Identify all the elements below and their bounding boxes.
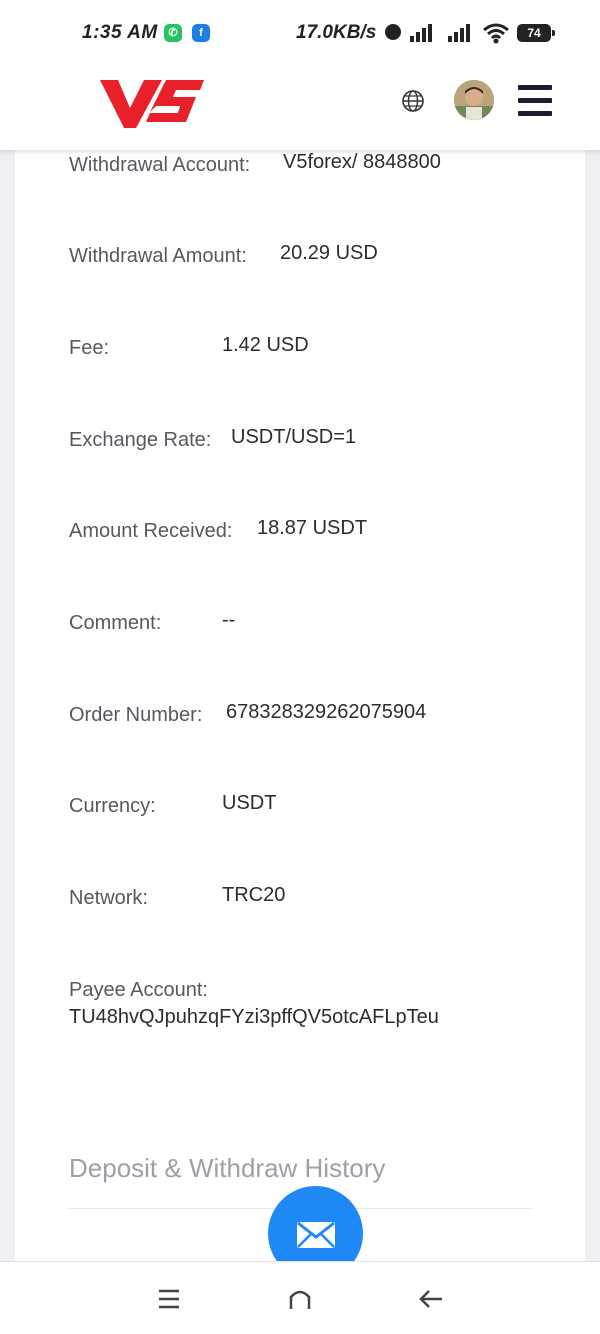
recent-apps-icon[interactable] — [154, 1284, 184, 1314]
detail-value: -- — [222, 609, 236, 631]
signal-icon — [410, 24, 436, 42]
detail-label: Withdrawal Account: — [69, 154, 251, 176]
detail-value: 20.29 USD — [280, 242, 378, 264]
app-header — [0, 66, 600, 150]
detail-label: Amount Received: — [69, 520, 233, 542]
detail-label: Fee: — [69, 337, 110, 359]
menu-icon[interactable] — [518, 85, 552, 117]
deposit-withdraw-history-title[interactable]: Deposit & Withdraw History — [69, 1153, 385, 1184]
detail-value: 678328329262075904 — [226, 701, 427, 723]
detail-label: Exchange Rate: — [69, 429, 212, 451]
facebook-icon: f — [192, 24, 210, 42]
detail-value: 1.42 USD — [222, 334, 309, 356]
alarm-icon — [385, 24, 401, 40]
detail-label: Comment: — [69, 612, 162, 634]
battery-icon: 74 — [517, 24, 555, 42]
wifi-icon — [483, 23, 509, 44]
whatsapp-icon: ✆ — [164, 24, 182, 42]
system-nav-bar — [0, 1261, 600, 1334]
status-time: 1:35 AM — [82, 22, 158, 43]
detail-value: USDT/USD=1 — [231, 426, 357, 448]
home-icon[interactable] — [285, 1284, 315, 1314]
detail-label: Payee Account: — [69, 979, 208, 1001]
detail-value: V5forex/ 8848800 — [283, 151, 441, 173]
detail-label: Order Number: — [69, 704, 203, 726]
detail-value: 18.87 USDT — [257, 517, 368, 539]
withdrawal-details-card: Withdrawal Account: V5forex/ 8848800 Wit… — [15, 150, 585, 1270]
detail-value: USDT — [222, 792, 277, 814]
status-bar: 1:35 AM ✆ f 17.0KB/s 74 — [0, 0, 600, 66]
v5-logo[interactable] — [100, 72, 204, 130]
globe-icon[interactable] — [401, 89, 425, 113]
avatar[interactable] — [454, 80, 494, 120]
mail-icon — [297, 1221, 335, 1248]
detail-label: Network: — [69, 887, 148, 909]
detail-label: Currency: — [69, 795, 156, 817]
detail-value: TRC20 — [222, 884, 286, 906]
detail-label: Withdrawal Amount: — [69, 245, 247, 267]
network-speed: 17.0KB/s — [296, 22, 377, 43]
back-icon[interactable] — [416, 1284, 446, 1314]
signal-icon — [448, 24, 474, 42]
payee-account-value: TU48hvQJpuhzqFYzi3pffQV5otcAFLpTeu — [69, 1006, 439, 1028]
